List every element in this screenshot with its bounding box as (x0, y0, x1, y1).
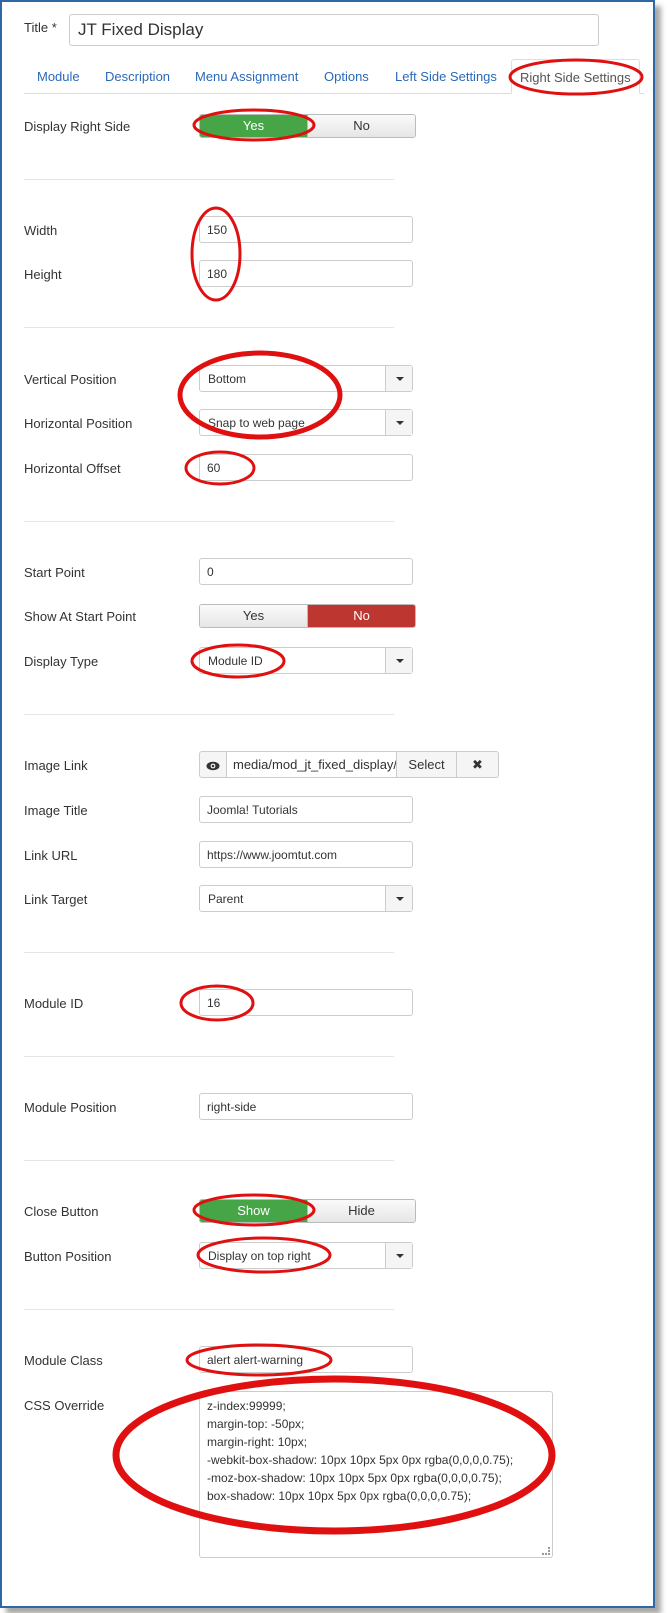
display-right-side-yes[interactable]: Yes (200, 115, 307, 137)
vertical-position-label: Vertical Position (24, 372, 117, 387)
height-input[interactable]: 180 (199, 260, 413, 287)
start-point-input[interactable]: 0 (199, 558, 413, 585)
chevron-down-icon[interactable] (385, 410, 412, 435)
close-button-label: Close Button (24, 1204, 99, 1219)
module-position-label: Module Position (24, 1100, 117, 1115)
display-type-value: Module ID (208, 654, 263, 668)
horizontal-position-value: Snap to web page (208, 416, 305, 430)
button-position-value: Display on top right (208, 1249, 311, 1263)
css-line: margin-top: -50px; (207, 1417, 305, 1431)
image-link-input[interactable]: media/mod_jt_fixed_display/ (227, 751, 397, 778)
tab-menu-assignment[interactable]: Menu Assignment (187, 59, 306, 94)
css-line: margin-right: 10px; (207, 1435, 308, 1449)
css-line: -moz-box-shadow: 10px 10px 5px 0px rgba(… (207, 1471, 502, 1485)
eye-icon[interactable] (199, 751, 227, 778)
title-input[interactable]: JT Fixed Display (69, 14, 599, 46)
divider (24, 179, 394, 180)
close-button-show[interactable]: Show (200, 1200, 307, 1222)
link-target-select[interactable]: Parent (199, 885, 413, 912)
horizontal-offset-label: Horizontal Offset (24, 461, 121, 476)
link-url-label: Link URL (24, 848, 78, 863)
start-point-label: Start Point (24, 565, 85, 580)
vertical-position-select[interactable]: Bottom (199, 365, 413, 392)
chevron-down-icon[interactable] (385, 1243, 412, 1268)
image-link-label: Image Link (24, 758, 88, 773)
divider (24, 1160, 394, 1161)
width-input[interactable]: 150 (199, 216, 413, 243)
css-line: z-index:99999; (207, 1399, 286, 1413)
module-id-label: Module ID (24, 996, 84, 1011)
resize-handle[interactable] (542, 1547, 550, 1555)
image-select-button[interactable]: Select (397, 751, 457, 778)
module-id-input[interactable]: 16 (199, 989, 413, 1016)
vertical-position-value: Bottom (208, 372, 247, 386)
module-position-input[interactable]: right-side (199, 1093, 413, 1120)
tab-right-side-settings[interactable]: Right Side Settings (511, 59, 640, 94)
module-class-label: Module Class (24, 1353, 103, 1368)
tab-options[interactable]: Options (316, 59, 377, 94)
divider (24, 1309, 394, 1310)
divider (24, 714, 394, 715)
display-type-label: Display Type (24, 654, 99, 669)
display-right-side-toggle: Yes No (199, 114, 416, 138)
show-at-start-point-toggle: Yes No (199, 604, 416, 628)
button-position-select[interactable]: Display on top right (199, 1242, 413, 1269)
chevron-down-icon[interactable] (385, 886, 412, 911)
close-button-toggle: Show Hide (199, 1199, 416, 1223)
css-override-label: CSS Override (24, 1398, 105, 1413)
module-class-input[interactable]: alert alert-warning (199, 1346, 413, 1373)
show-at-start-point-label: Show At Start Point (24, 609, 137, 624)
image-title-label: Image Title (24, 803, 88, 818)
horizontal-position-select[interactable]: Snap to web page (199, 409, 413, 436)
close-button-hide[interactable]: Hide (307, 1200, 415, 1222)
tab-module[interactable]: Module (29, 59, 88, 94)
chevron-down-icon[interactable] (385, 648, 412, 673)
image-link-field: media/mod_jt_fixed_display/ Select ✖ (199, 751, 499, 778)
divider (24, 1056, 394, 1057)
display-right-side-label: Display Right Side (24, 119, 131, 134)
tab-bar: Module Description Menu Assignment Optio… (24, 59, 644, 94)
divider (24, 952, 394, 953)
css-override-textarea[interactable]: z-index:99999; margin-top: -50px; margin… (199, 1391, 553, 1558)
link-target-value: Parent (208, 892, 244, 906)
display-right-side-no[interactable]: No (307, 115, 415, 137)
image-title-input[interactable]: Joomla! Tutorials (199, 796, 413, 823)
divider (24, 521, 394, 522)
horizontal-position-label: Horizontal Position (24, 416, 133, 431)
show-at-start-point-no[interactable]: No (307, 605, 415, 627)
settings-panel: Title * JT Fixed Display Module Descript… (0, 0, 655, 1608)
show-at-start-point-yes[interactable]: Yes (200, 605, 307, 627)
title-label: Title * (24, 20, 57, 35)
display-type-select[interactable]: Module ID (199, 647, 413, 674)
width-label: Width (24, 223, 58, 238)
css-line: -webkit-box-shadow: 10px 10px 5px 0px rg… (207, 1453, 514, 1467)
chevron-down-icon[interactable] (385, 366, 412, 391)
tab-left-side-settings[interactable]: Left Side Settings (387, 59, 505, 94)
clear-icon[interactable]: ✖ (457, 751, 499, 778)
link-url-input[interactable]: https://www.joomtut.com (199, 841, 413, 868)
tab-description[interactable]: Description (97, 59, 178, 94)
height-label: Height (24, 267, 62, 282)
button-position-label: Button Position (24, 1249, 112, 1264)
css-line: box-shadow: 10px 10px 5px 0px rgba(0,0,0… (207, 1489, 472, 1503)
divider (24, 327, 394, 328)
link-target-label: Link Target (24, 892, 88, 907)
horizontal-offset-input[interactable]: 60 (199, 454, 413, 481)
